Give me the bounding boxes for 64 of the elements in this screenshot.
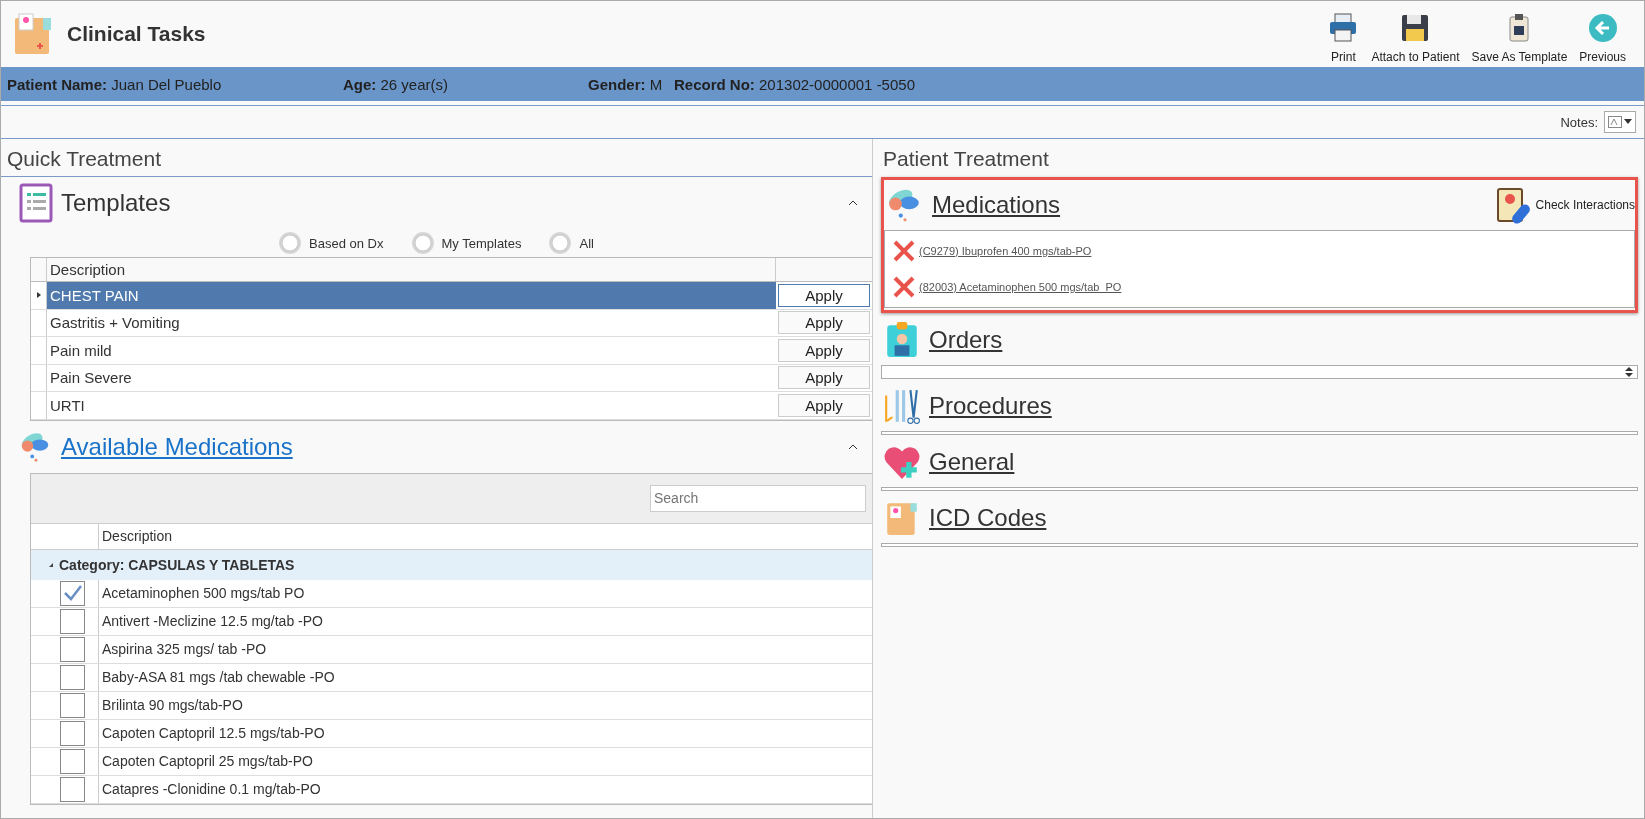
- section-title: Patient Treatment: [882, 146, 1050, 172]
- apply-button[interactable]: Apply: [778, 338, 870, 362]
- window-title: Clinical Tasks: [67, 22, 207, 46]
- remove-icon[interactable]: [891, 238, 917, 264]
- column-header: Description: [101, 526, 174, 546]
- section-link[interactable]: Medications: [932, 191, 1494, 219]
- filter-radio[interactable]: Based on Dx: [279, 232, 384, 254]
- group-title: Templates: [61, 189, 172, 217]
- patient-field: Patient Name: Juan Del Pueblo: [7, 75, 343, 93]
- apply-button[interactable]: Apply: [778, 311, 870, 335]
- checkbox[interactable]: [60, 608, 85, 634]
- table-cell[interactable]: Pain mild: [47, 337, 776, 364]
- apply-button[interactable]: Apply: [778, 283, 870, 307]
- column-header: Description: [47, 258, 776, 281]
- remove-icon[interactable]: [891, 274, 917, 300]
- expand-icon[interactable]: [49, 562, 53, 567]
- checkbox[interactable]: [60, 580, 85, 606]
- table-cell-text: Aspirina 325 mgs/ tab -PO: [101, 641, 268, 657]
- patient-field: Age: 26 year(s): [343, 75, 588, 93]
- available-medications-link[interactable]: Available Medications: [61, 432, 293, 460]
- clipboard-icon: [19, 183, 53, 223]
- checkbox[interactable]: [60, 692, 85, 718]
- group-header: Category: CAPSULAS Y TABLETAS: [59, 556, 295, 573]
- table-cell-text: Brilinta 90 mgs/tab-PO: [101, 697, 244, 713]
- patient-field: Record No: 201302-0000001 -5050: [674, 75, 974, 93]
- section-title: Quick Treatment: [1, 139, 872, 177]
- table-cell[interactable]: Pain Severe: [47, 364, 776, 391]
- table-cell[interactable]: Gastritis + Vomiting: [47, 309, 776, 336]
- section-link[interactable]: Procedures: [929, 392, 1638, 420]
- table-cell-text: Antivert -Meclizine 12.5 mg/tab -PO: [101, 613, 324, 629]
- notes-dropdown[interactable]: [1604, 111, 1636, 133]
- medication-link[interactable]: (82003) Acetaminophen 500 mgs/tab_PO: [919, 281, 1122, 293]
- checkbox[interactable]: [60, 748, 85, 774]
- text-icon: [1608, 116, 1622, 128]
- table-cell-text: Baby-ASA 81 mgs /tab chewable -PO: [101, 669, 336, 685]
- table-cell-text: Capoten Captopril 12.5 mgs/tab-PO: [101, 725, 326, 741]
- section-link[interactable]: ICD Codes: [929, 504, 1638, 532]
- section-link[interactable]: General: [929, 448, 1638, 476]
- collapse-icon[interactable]: [848, 200, 858, 206]
- checkbox[interactable]: [60, 664, 85, 690]
- filter-radio[interactable]: My Templates: [411, 232, 522, 254]
- checkbox[interactable]: [60, 776, 85, 802]
- collapse-icon[interactable]: [848, 443, 858, 450]
- row-pointer-icon: [36, 292, 41, 299]
- medication-link[interactable]: (C9279) Ibuprofen 400 mgs/tab-PO: [919, 245, 1092, 257]
- apply-button[interactable]: Apply: [778, 366, 870, 390]
- table-cell[interactable]: CHEST PAIN: [47, 282, 776, 309]
- folder-icon: [13, 12, 53, 56]
- table-cell-text: Catapres -Clonidine 0.1 mg/tab-PO: [101, 781, 322, 797]
- search-field[interactable]: Search: [650, 484, 866, 512]
- procedures-icon: [883, 387, 921, 425]
- table-cell[interactable]: URTI: [47, 392, 776, 419]
- check-interactions-button[interactable]: Check Interactions: [1493, 185, 1635, 225]
- caret-icon: [1624, 119, 1632, 125]
- print-button[interactable]: Print: [1321, 8, 1366, 68]
- patient-field: Gender: M: [588, 75, 674, 93]
- checkbox[interactable]: [60, 720, 85, 746]
- table-cell-text: Capoten Captopril 25 mgs/tab-PO: [101, 753, 314, 769]
- checkbox[interactable]: [60, 636, 85, 662]
- table-cell-text: Acetaminophen 500 mgs/tab PO: [101, 585, 306, 601]
- section-link[interactable]: Orders: [929, 326, 1638, 354]
- notes-label: Notes:: [1560, 114, 1598, 130]
- apply-button[interactable]: Apply: [778, 393, 870, 417]
- back-button[interactable]: Previous: [1573, 8, 1632, 68]
